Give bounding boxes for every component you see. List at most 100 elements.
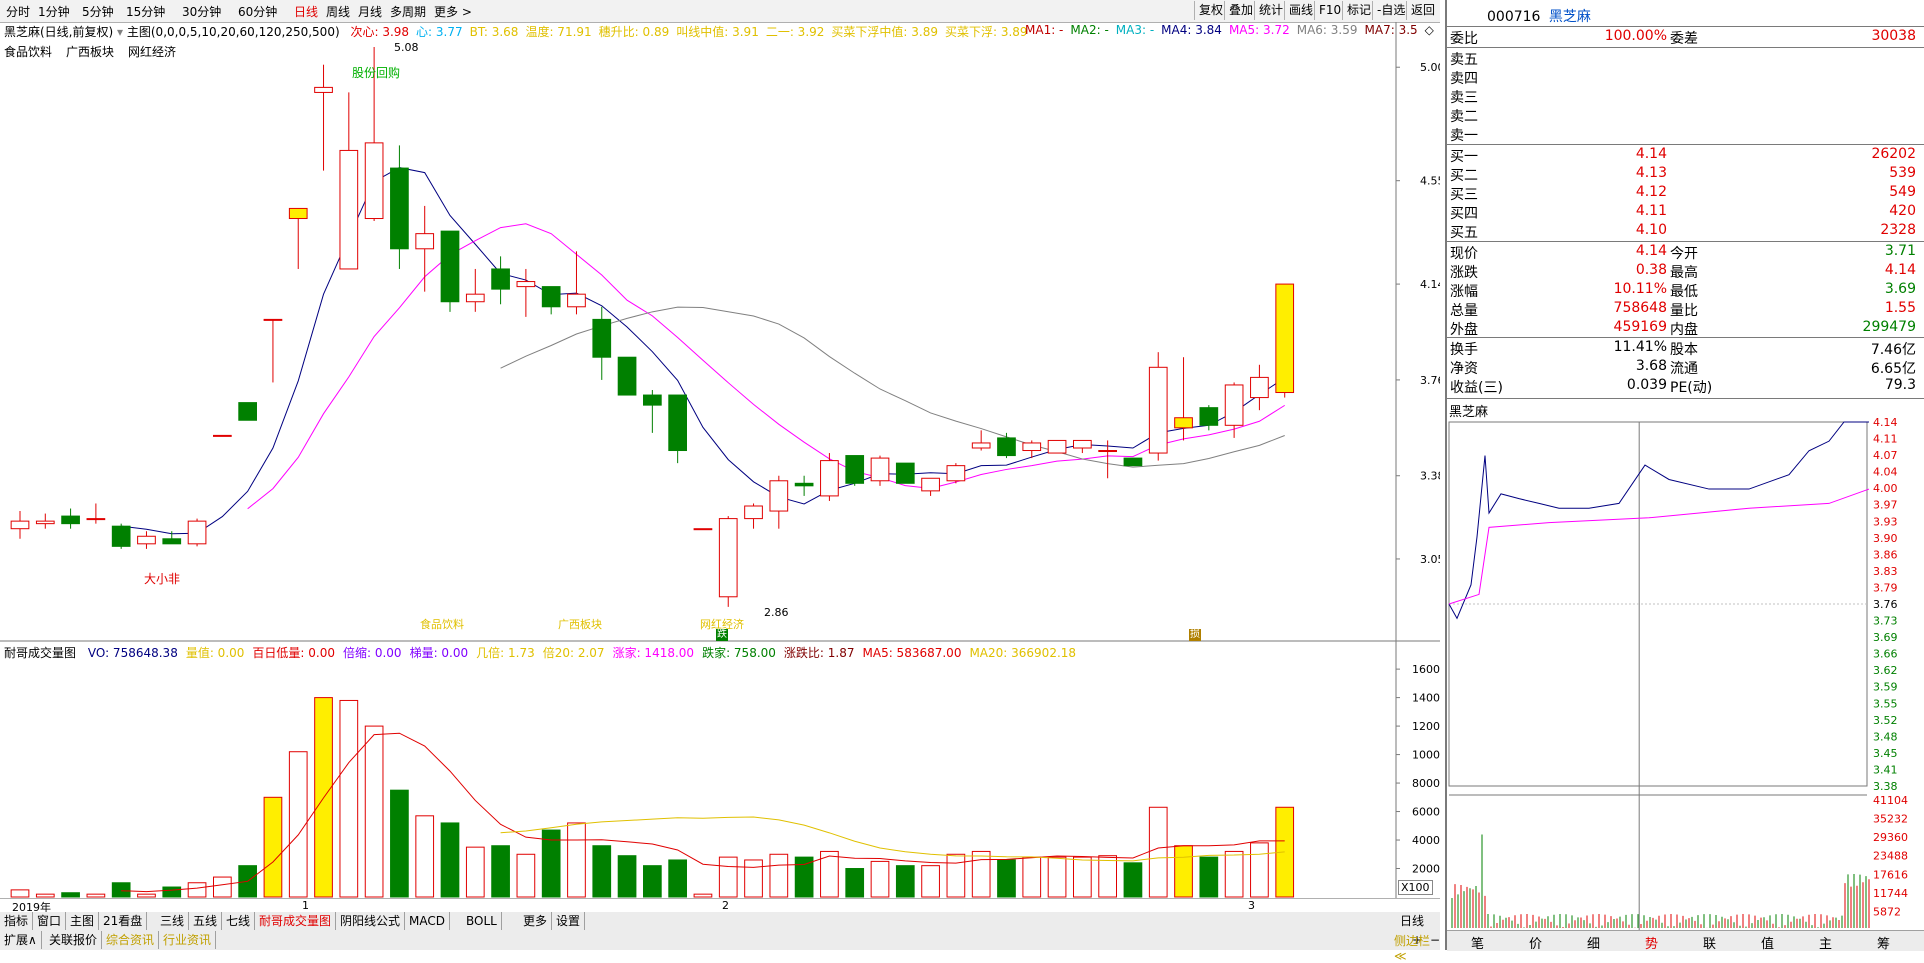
candle[interactable] (86, 503, 106, 524)
volume-bar[interactable] (1174, 845, 1193, 898)
volume-bar[interactable] (769, 853, 789, 898)
buy-level-2[interactable]: 买二 4.13 539 (1450, 165, 1920, 184)
buy-level-5[interactable]: 买五 4.10 2328 (1450, 222, 1920, 241)
period-tab-5[interactable]: 60分钟 (238, 3, 277, 20)
bottom-tab2-1[interactable]: 关联报价 (45, 931, 103, 949)
volume-bar[interactable] (1047, 856, 1067, 898)
volume-bar[interactable] (870, 860, 890, 898)
candle[interactable] (997, 432, 1016, 459)
period-tab-4[interactable]: 30分钟 (182, 3, 221, 20)
candle[interactable] (1224, 382, 1244, 438)
sector-tag-2[interactable]: 网红经济 (128, 45, 176, 59)
bottom-tab2-3[interactable]: 行业资讯 (159, 931, 217, 949)
volume-bar[interactable] (592, 845, 612, 898)
volume-bar[interactable] (263, 796, 283, 898)
candle[interactable] (971, 430, 991, 451)
period-tab-3[interactable]: 15分钟 (126, 3, 165, 20)
toolbar-button-0[interactable]: 复权 (1194, 1, 1227, 20)
candle[interactable] (339, 92, 359, 270)
period-tab-9[interactable]: 多周期 (390, 3, 426, 20)
volume-bar[interactable] (567, 822, 586, 898)
sector-tag-0[interactable]: 食品饮料 (4, 45, 52, 59)
candle[interactable] (946, 463, 966, 484)
candle[interactable] (1123, 457, 1143, 467)
stock-name[interactable]: 黑芝麻 (1549, 9, 1591, 25)
candle[interactable] (820, 453, 839, 501)
toolbar-button-5[interactable]: 标记 (1342, 1, 1375, 20)
toolbar-button-4[interactable]: F10 (1314, 1, 1345, 20)
volume-bar[interactable] (794, 856, 814, 898)
toolbar-button-7[interactable]: 返回 (1406, 1, 1439, 20)
volume-bar[interactable] (10, 889, 30, 898)
candle[interactable] (617, 356, 637, 396)
volume-bar[interactable] (440, 822, 460, 898)
toolbar-button-6[interactable]: -自选 (1372, 1, 1409, 20)
volume-bar[interactable] (1148, 806, 1168, 898)
volume-bar[interactable] (111, 882, 131, 898)
volume-bar[interactable] (1022, 856, 1042, 898)
volume-bar[interactable] (693, 893, 713, 898)
volume-bar[interactable] (744, 859, 763, 898)
candle[interactable] (516, 268, 536, 317)
candle[interactable] (390, 145, 409, 269)
volume-chart[interactable]: 16000 14000 12000 10000 8000 6000 4000 2000 耐哥成… (0, 642, 1440, 898)
volume-bar[interactable] (213, 876, 232, 898)
toolbar-button-3[interactable]: 画线 (1284, 1, 1317, 20)
volume-bar[interactable] (491, 845, 510, 898)
bottom-tab-4[interactable]: 三线 (156, 912, 190, 930)
volume-bar[interactable] (390, 789, 409, 898)
candle[interactable] (921, 477, 940, 496)
sell-level-2[interactable]: 卖二 (1450, 106, 1920, 125)
candle[interactable] (238, 402, 257, 421)
mini-tab-1[interactable]: 价 (1529, 933, 1542, 952)
period-tab-2[interactable]: 5分钟 (82, 3, 114, 20)
bottom-tab-9[interactable]: MACD (405, 912, 450, 930)
candle[interactable] (288, 207, 308, 269)
volume-bar[interactable] (415, 815, 435, 898)
mini-tab-2[interactable]: 细 (1587, 933, 1600, 952)
sell-level-1[interactable]: 卖一 (1450, 125, 1920, 144)
period-tab-6[interactable]: 日线 (294, 3, 318, 20)
volume-bar[interactable] (86, 893, 106, 898)
buy-level-4[interactable]: 买四 4.11 420 (1450, 203, 1920, 222)
candle[interactable] (592, 306, 612, 380)
mini-tab-0[interactable]: 笔 (1471, 933, 1484, 952)
volume-bar[interactable] (1073, 856, 1092, 898)
volume-bar[interactable] (35, 893, 55, 898)
sidebar-toggle[interactable]: 侧边栏≪ (1394, 932, 1440, 963)
candle[interactable] (465, 268, 485, 312)
bottom-tab-6[interactable]: 七线 (222, 912, 256, 930)
mini-tab-4[interactable]: 联 (1703, 933, 1716, 952)
candle[interactable] (744, 503, 763, 529)
candle[interactable] (643, 390, 662, 433)
candle[interactable] (541, 286, 561, 315)
candle[interactable] (693, 528, 713, 531)
candle[interactable] (794, 475, 814, 496)
bottom-tab-0[interactable]: 指标 (0, 912, 34, 930)
candle[interactable] (668, 394, 688, 464)
volume-bar[interactable] (137, 893, 156, 898)
volume-bar[interactable] (845, 868, 865, 898)
volume-bar[interactable] (1250, 842, 1269, 898)
diamond-icon[interactable]: ◇ (1425, 23, 1434, 37)
candle[interactable] (895, 462, 915, 484)
volume-bar[interactable] (516, 853, 536, 898)
candle[interactable] (1073, 439, 1092, 454)
volume-bar[interactable] (1123, 862, 1143, 898)
volume-bar[interactable] (895, 865, 915, 898)
toolbar-button-2[interactable]: 统计 (1254, 1, 1287, 20)
candle[interactable] (263, 318, 283, 383)
bottom-tab2-2[interactable]: 综合资讯 (102, 931, 160, 949)
candle[interactable] (61, 508, 80, 529)
volume-bar[interactable] (1199, 856, 1219, 898)
candle[interactable] (1275, 283, 1295, 398)
period-tab-7[interactable]: 周线 (326, 3, 350, 20)
candle[interactable] (567, 251, 586, 315)
volume-bar[interactable] (718, 856, 738, 898)
volume-bar[interactable] (465, 846, 485, 898)
volume-bar[interactable] (339, 699, 359, 898)
candle[interactable] (718, 516, 738, 607)
buy-level-3[interactable]: 买三 4.12 549 (1450, 184, 1920, 203)
bottom-tab-10[interactable]: BOLL (462, 912, 502, 930)
candle[interactable] (491, 256, 510, 305)
